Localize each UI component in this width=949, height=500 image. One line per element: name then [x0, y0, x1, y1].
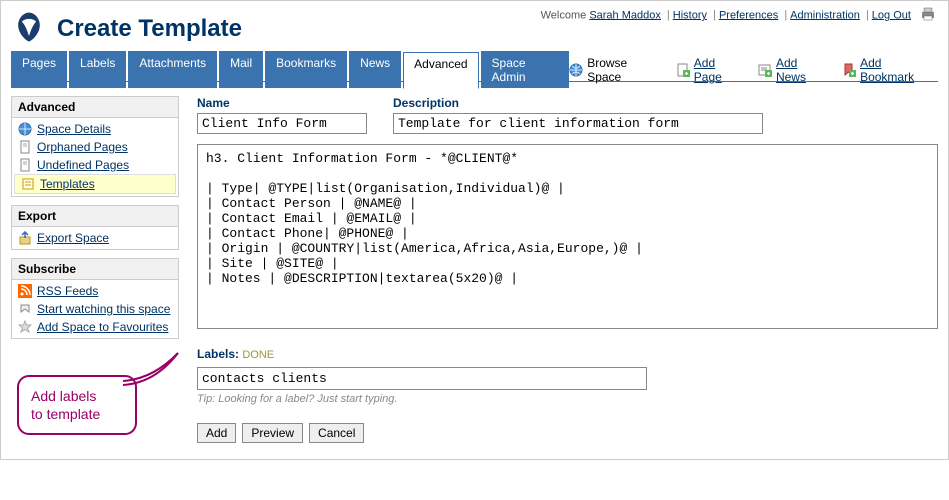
- sidebar-item-space-details[interactable]: Space Details: [12, 120, 178, 138]
- page-icon: [18, 158, 32, 172]
- page-icon: [18, 140, 32, 154]
- add-news-action[interactable]: Add News: [758, 56, 830, 84]
- sidebar-item-label: Templates: [40, 177, 95, 191]
- callout-line1: Add labels: [31, 387, 123, 405]
- rss-icon: [18, 284, 32, 298]
- sidebar-item-label: Add Space to Favourites: [37, 320, 168, 334]
- callout-line2: to template: [31, 405, 123, 423]
- labels-done-link[interactable]: DONE: [242, 349, 274, 361]
- labels-tip: Tip: Looking for a label? Just start typ…: [197, 393, 938, 405]
- preview-button[interactable]: Preview: [242, 423, 303, 443]
- preferences-link[interactable]: Preferences: [719, 9, 778, 21]
- add-bookmark-icon: [842, 63, 856, 77]
- labels-label: Labels:: [197, 347, 239, 361]
- template-icon: [21, 177, 35, 191]
- description-input[interactable]: [393, 113, 763, 134]
- watch-icon: [18, 302, 32, 316]
- tab-bookmarks[interactable]: Bookmarks: [265, 51, 347, 88]
- sidebar-item-label: Export Space: [37, 231, 109, 245]
- globe-icon: [569, 63, 583, 77]
- space-actions: Browse Space Add Page Add News Add Bookm…: [569, 56, 938, 84]
- sidebar-item-label: Space Details: [37, 122, 111, 136]
- sidebar-item-start-watching-this-space[interactable]: Start watching this space: [12, 300, 178, 318]
- cancel-button[interactable]: Cancel: [309, 423, 364, 443]
- add-news-icon: [758, 63, 772, 77]
- tab-bar: PagesLabelsAttachmentsMailBookmarksNewsA…: [11, 58, 938, 82]
- sidebar-item-undefined-pages[interactable]: Undefined Pages: [12, 156, 178, 174]
- sidebar-item-label: Undefined Pages: [37, 158, 129, 172]
- callout-tail-icon: [123, 351, 183, 391]
- sidebar-panel-export: Export Export Space: [11, 205, 179, 250]
- print-icon[interactable]: [920, 7, 936, 24]
- panel-header: Subscribe: [12, 259, 178, 280]
- tab-mail[interactable]: Mail: [219, 51, 263, 88]
- browse-space-action[interactable]: Browse Space: [569, 56, 664, 84]
- sidebar-panel-advanced: Advanced Space Details Orphaned Pages Undef…: [11, 96, 179, 197]
- name-input[interactable]: [197, 113, 367, 134]
- labels-input[interactable]: [197, 367, 647, 390]
- tab-labels[interactable]: Labels: [69, 51, 126, 88]
- sidebar-panel-subscribe: Subscribe RSS Feeds Start watching this sp…: [11, 258, 179, 339]
- tab-space-admin[interactable]: Space Admin: [481, 51, 570, 88]
- panel-header: Export: [12, 206, 178, 227]
- page-title: Create Template: [57, 15, 242, 43]
- panel-header: Advanced: [12, 97, 178, 118]
- tab-advanced[interactable]: Advanced: [403, 52, 478, 89]
- sidebar-item-rss-feeds[interactable]: RSS Feeds: [12, 282, 178, 300]
- callout-annotation: Add labels to template: [17, 375, 137, 435]
- add-page-label: Add Page: [694, 56, 746, 84]
- globe-icon: [18, 122, 32, 136]
- sidebar-item-export-space[interactable]: Export Space: [12, 229, 178, 247]
- name-label: Name: [197, 96, 367, 110]
- browse-space-label: Browse Space: [587, 56, 664, 84]
- welcome-text: Welcome: [541, 9, 590, 21]
- tab-news[interactable]: News: [349, 51, 401, 88]
- user-link[interactable]: Sarah Maddox: [589, 9, 661, 21]
- sidebar-item-orphaned-pages[interactable]: Orphaned Pages: [12, 138, 178, 156]
- template-editor[interactable]: [198, 145, 937, 325]
- export-icon: [18, 231, 32, 245]
- add-page-icon: [676, 63, 690, 77]
- user-links: Welcome Sarah Maddox |History |Preferenc…: [541, 7, 936, 24]
- main-content: Name Description Labels: DONE Tip: Looki…: [197, 96, 938, 443]
- tab-attachments[interactable]: Attachments: [128, 51, 217, 88]
- app-logo-icon: [11, 9, 47, 48]
- sidebar-item-label: RSS Feeds: [37, 284, 98, 298]
- sidebar-item-label: Start watching this space: [37, 302, 170, 316]
- tab-pages[interactable]: Pages: [11, 51, 67, 88]
- administration-link[interactable]: Administration: [790, 9, 860, 21]
- add-news-label: Add News: [776, 56, 830, 84]
- add-page-action[interactable]: Add Page: [676, 56, 746, 84]
- history-link[interactable]: History: [673, 9, 707, 21]
- description-label: Description: [393, 96, 763, 110]
- add-bookmark-action[interactable]: Add Bookmark: [842, 56, 938, 84]
- sidebar-item-templates[interactable]: Templates: [14, 174, 176, 194]
- sidebar-item-label: Orphaned Pages: [37, 140, 128, 154]
- add-button[interactable]: Add: [197, 423, 236, 443]
- star-icon: [18, 320, 32, 334]
- add-bookmark-label: Add Bookmark: [860, 56, 938, 84]
- logout-link[interactable]: Log Out: [872, 9, 911, 21]
- sidebar-item-add-space-to-favourites[interactable]: Add Space to Favourites: [12, 318, 178, 336]
